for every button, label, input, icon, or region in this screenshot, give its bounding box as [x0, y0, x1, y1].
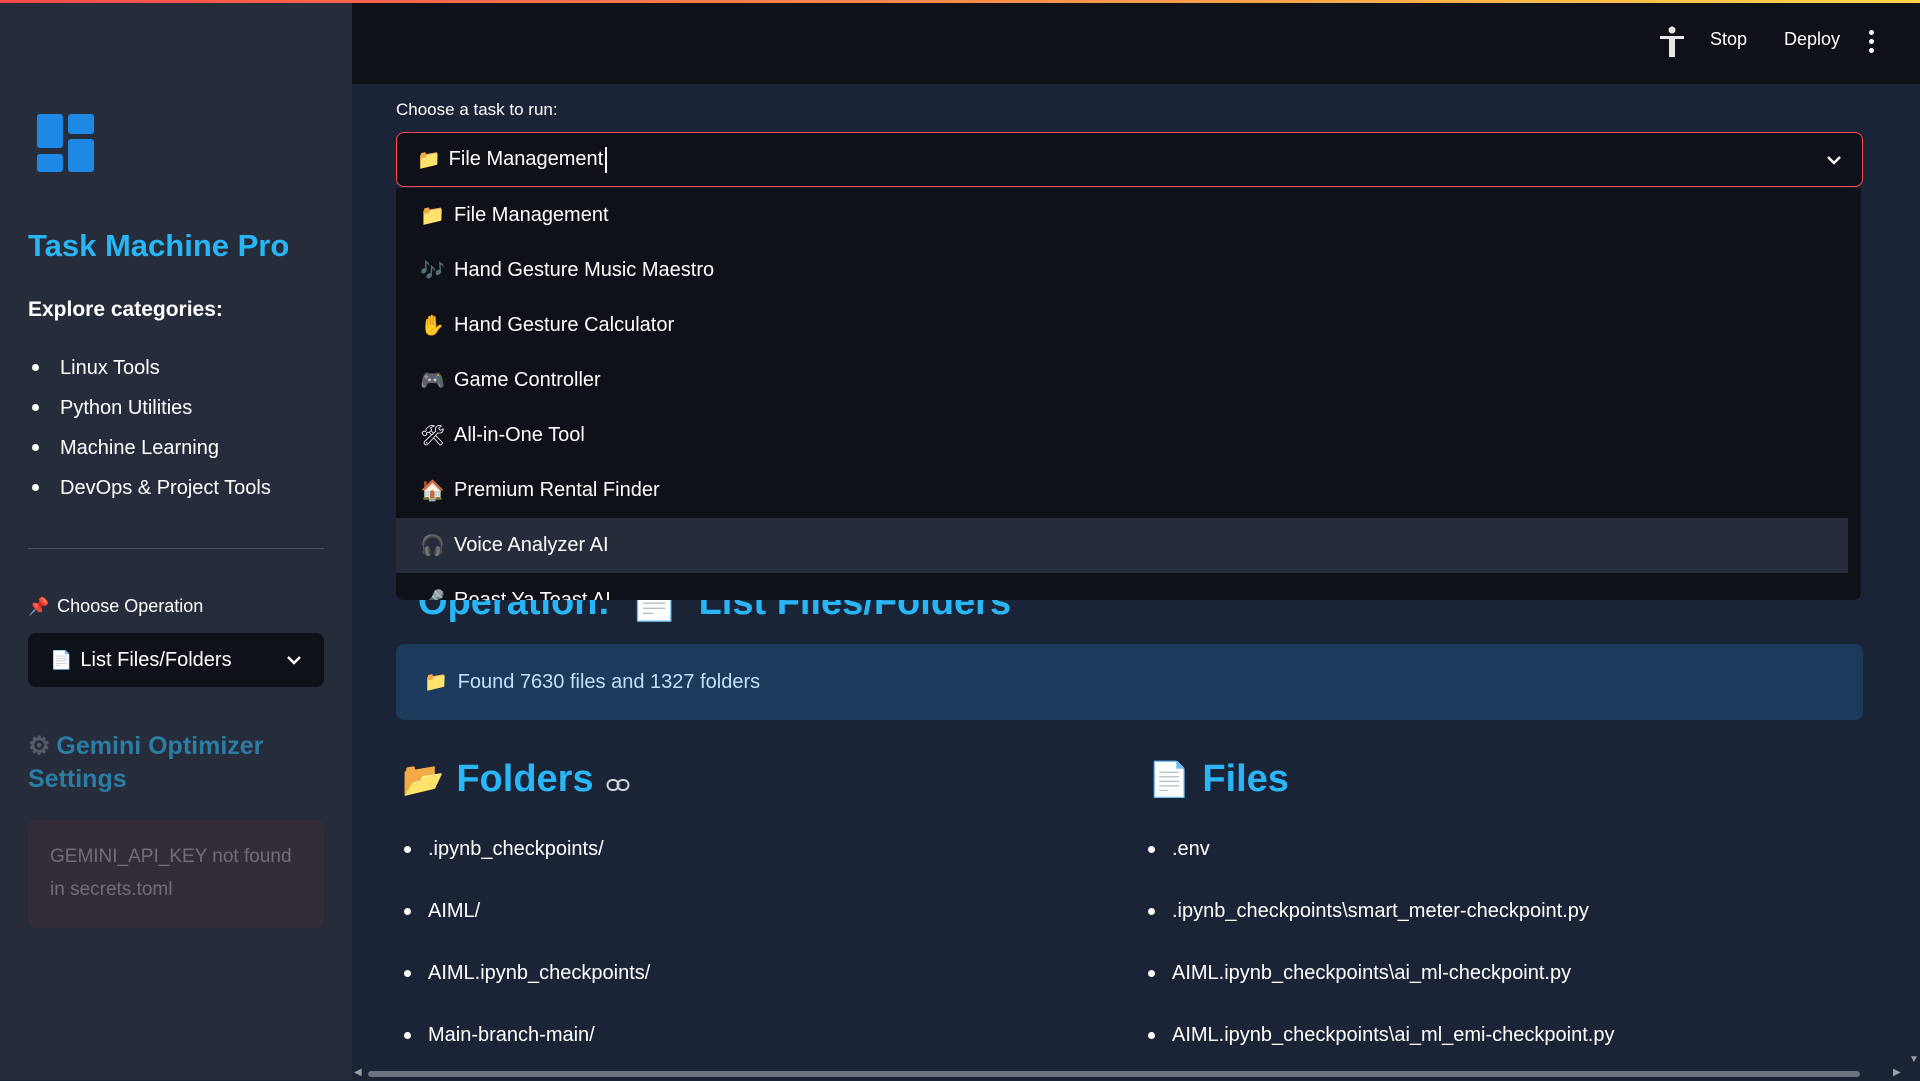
folder-icon: 📁 [420, 205, 445, 227]
found-text: Found 7630 files and 1327 folders [457, 670, 761, 693]
dropdown-option-label: File Management [454, 204, 609, 226]
pushpin-icon: 📌 [28, 596, 50, 616]
dropdown-option-label: Premium Rental Finder [454, 479, 660, 501]
music-notes-icon: 🎶 [420, 260, 445, 282]
gear-icon: ⚙ [28, 732, 51, 760]
dropdown-option-label: Voice Analyzer AI [454, 534, 609, 556]
category-item: Machine Learning [28, 430, 271, 470]
dropdown-option[interactable]: 🏠 Premium Rental Finder [396, 463, 1848, 518]
task-select[interactable]: 📁 File Management [396, 132, 1863, 187]
dropdown-option-label: Hand Gesture Calculator [454, 314, 675, 336]
scroll-right-arrow-icon[interactable]: ▶ [1893, 1067, 1901, 1078]
found-info-alert: 📁 Found 7630 files and 1327 folders [396, 644, 1863, 720]
category-item: DevOps & Project Tools [28, 470, 271, 510]
stop-button[interactable]: Stop [1710, 29, 1747, 50]
choose-operation-label: 📌 Choose Operation [28, 596, 203, 617]
dropdown-option-label: All-in-One Tool [454, 424, 585, 446]
file-item: .ipynb_checkpoints\smart_meter-checkpoin… [1144, 895, 1614, 957]
dropdown-scrollbar[interactable] [1848, 188, 1861, 600]
choose-operation-text: Choose Operation [57, 596, 204, 616]
kebab-menu-icon[interactable] [1868, 30, 1876, 54]
document-icon: 📄 [50, 649, 73, 670]
app-title: Task Machine Pro [28, 228, 290, 263]
operation-select-value: List Files/Folders [80, 648, 232, 671]
raised-hand-icon: ✋ [420, 315, 445, 337]
open-folder-icon: 📂 [402, 760, 445, 799]
microphone-icon: 🎤 [420, 588, 445, 600]
task-select-value: File Management [448, 148, 604, 170]
dropdown-option[interactable]: 🛠 All-in-One Tool [396, 408, 1848, 463]
files-heading-text: Files [1202, 758, 1289, 800]
house-icon: 🏠 [420, 480, 445, 502]
dropdown-option-highlighted[interactable]: 🎧 Voice Analyzer AI [396, 518, 1848, 573]
file-item: .env [1144, 833, 1614, 895]
headphones-icon: 🎧 [420, 535, 445, 557]
link-icon[interactable] [606, 778, 630, 792]
scroll-down-arrow-icon[interactable]: ▼ [1909, 1054, 1919, 1065]
files-list: .env .ipynb_checkpoints\smart_meter-chec… [1144, 833, 1614, 1081]
files-heading: 📄 Files [1148, 758, 1289, 801]
folder-icon: 📁 [417, 149, 441, 171]
dropdown-option[interactable]: 🎶 Hand Gesture Music Maestro [396, 243, 1848, 298]
dropdown-option[interactable]: 🎤 Roast Ya Toast AI [396, 573, 1848, 600]
explore-heading: Explore categories: [28, 298, 223, 321]
dashboard-logo-icon [37, 114, 97, 174]
dropdown-option-label: Hand Gesture Music Maestro [454, 259, 715, 281]
operation-select[interactable]: 📄 List Files/Folders [28, 633, 324, 687]
folder-item: .ipynb_checkpoints/ [400, 833, 650, 895]
chevron-down-icon [1827, 155, 1841, 165]
gemini-heading-text: Gemini Optimizer Settings [28, 732, 264, 793]
sidebar: Task Machine Pro Explore categories: Lin… [0, 0, 352, 1080]
folders-heading-text: Folders [456, 758, 594, 800]
top-decoration-stripe [0, 0, 1920, 3]
gemini-settings-heading: ⚙ Gemini Optimizer Settings [28, 730, 328, 796]
chevron-down-icon [287, 656, 301, 665]
dropdown-option-label: Game Controller [454, 369, 601, 391]
category-item: Linux Tools [28, 350, 271, 390]
folders-list: .ipynb_checkpoints/ AIML/ AIML.ipynb_che… [400, 833, 650, 1081]
file-item: AIML.ipynb_checkpoints\ai_ml-checkpoint.… [1144, 957, 1614, 1019]
scroll-left-arrow-icon[interactable]: ◀ [354, 1067, 362, 1078]
folder-icon: 📁 [424, 672, 448, 693]
dropdown-option[interactable]: 📁 File Management [396, 188, 1848, 243]
document-icon: 📄 [1148, 760, 1191, 799]
task-select-label: Choose a task to run: [396, 100, 558, 119]
dropdown-option[interactable]: 🎮 Game Controller [396, 353, 1848, 408]
text-caret [605, 146, 608, 173]
horizontal-scrollbar-thumb[interactable] [368, 1071, 1860, 1077]
api-key-warning: GEMINI_API_KEY not found in secrets.toml [28, 820, 324, 928]
folders-heading: 📂 Folders [402, 758, 630, 801]
sidebar-divider [28, 548, 324, 549]
gamepad-icon: 🎮 [420, 370, 445, 392]
category-item: Python Utilities [28, 390, 271, 430]
vertical-scrollbar[interactable] [1906, 84, 1920, 1080]
task-dropdown-menu: 📁 File Management 🎶 Hand Gesture Music M… [396, 188, 1861, 600]
dropdown-option-label: Roast Ya Toast AI [454, 589, 611, 600]
tools-icon: 🛠 [420, 425, 446, 447]
dropdown-option[interactable]: ✋ Hand Gesture Calculator [396, 298, 1848, 353]
folder-item: AIML.ipynb_checkpoints/ [400, 957, 650, 1019]
category-list: Linux Tools Python Utilities Machine Lea… [28, 350, 271, 510]
deploy-button[interactable]: Deploy [1784, 29, 1840, 50]
accessibility-person-icon[interactable] [1658, 26, 1686, 58]
folder-item: AIML/ [400, 895, 650, 957]
